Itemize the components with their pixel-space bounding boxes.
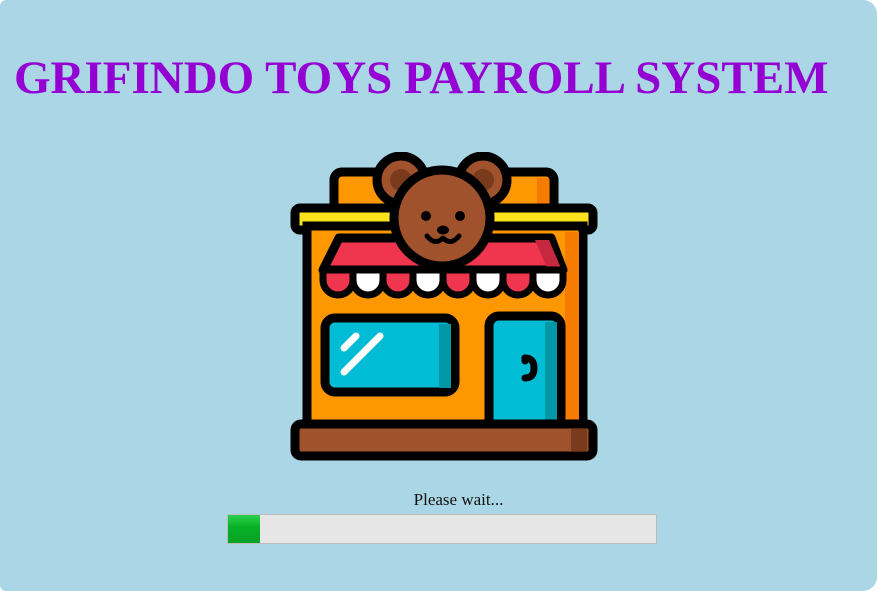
loading-progress-bar: [227, 514, 657, 544]
app-title: GRIFINDO TOYS PAYROLL SYSTEM: [14, 52, 829, 104]
loading-status-text: Please wait...: [413, 490, 504, 509]
splash-window: GRIFINDO TOYS PAYROLL SYSTEM Please wait…: [0, 0, 877, 591]
toy-shop-teddy-bear-icon: [290, 152, 598, 461]
progress-bar-fill: [228, 515, 261, 543]
